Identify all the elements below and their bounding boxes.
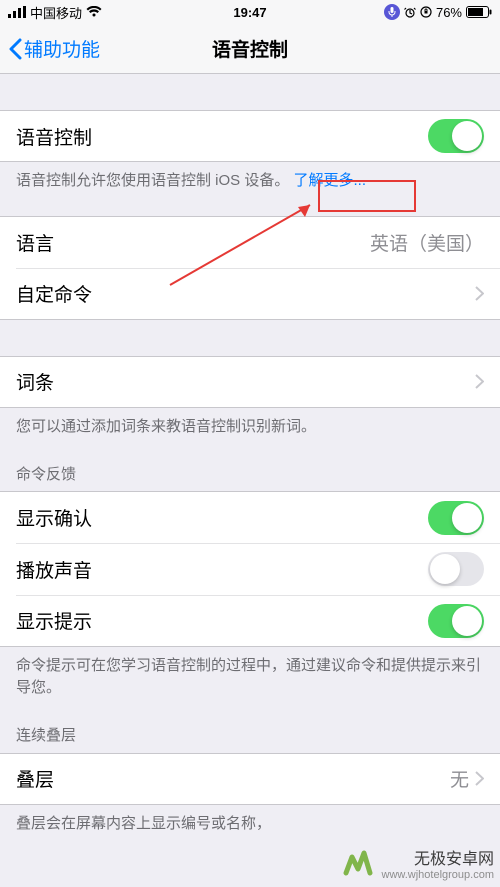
page-title: 语音控制 xyxy=(212,35,288,62)
group-voice-control: 语音控制 xyxy=(0,110,500,162)
watermark-url: www.wjhotelgroup.com xyxy=(382,869,495,881)
feedback-footer: 命令提示可在您学习语音控制的过程中，通过建议命令和提供提示来引导您。 xyxy=(0,647,500,707)
overlay-value-text: 无 xyxy=(450,765,469,792)
vocab-label: 词条 xyxy=(16,368,54,395)
vocab-footer: 您可以通过添加词条来教语音控制识别新词。 xyxy=(0,408,500,446)
voice-control-toggle[interactable] xyxy=(428,119,484,153)
watermark: 无极安卓网 www.wjhotelgroup.com xyxy=(340,845,495,881)
voice-control-cell[interactable]: 语音控制 xyxy=(0,110,500,162)
overlay-header: 连续叠层 xyxy=(0,707,500,753)
group-feedback: 显示确认 播放声音 显示提示 xyxy=(0,491,500,647)
wifi-icon xyxy=(86,6,102,18)
status-bar: 中国移动 19:47 76% xyxy=(0,0,500,24)
back-button[interactable]: 辅助功能 xyxy=(0,35,100,62)
language-value: 英语（美国） xyxy=(370,229,484,256)
rotation-lock-icon xyxy=(420,6,432,18)
voice-control-label: 语音控制 xyxy=(16,123,92,150)
feedback-header: 命令反馈 xyxy=(0,446,500,492)
language-label: 语言 xyxy=(16,229,54,256)
show-confirm-toggle[interactable] xyxy=(428,501,484,535)
status-left: 中国移动 xyxy=(8,3,102,22)
status-right: 76% xyxy=(384,4,492,20)
play-sound-toggle[interactable] xyxy=(428,552,484,586)
custom-commands-label: 自定命令 xyxy=(16,280,92,307)
watermark-logo-icon xyxy=(340,845,376,881)
group-overlay: 叠层 无 xyxy=(0,753,500,805)
chevron-right-icon xyxy=(475,286,484,301)
signal-icon xyxy=(8,6,26,18)
show-hint-label: 显示提示 xyxy=(16,607,92,634)
show-hint-toggle[interactable] xyxy=(428,604,484,638)
play-sound-cell[interactable]: 播放声音 xyxy=(0,543,500,595)
group-language: 语言 英语（美国） 自定命令 xyxy=(0,216,500,320)
status-time: 19:47 xyxy=(233,5,266,20)
voice-control-desc: 语音控制允许您使用语音控制 iOS 设备。 xyxy=(16,172,289,189)
voice-control-footer: 语音控制允许您使用语音控制 iOS 设备。 了解更多... xyxy=(0,162,500,200)
mic-indicator-icon xyxy=(384,4,400,20)
chevron-right-icon xyxy=(475,374,484,389)
chevron-right-icon xyxy=(475,771,484,786)
show-hint-cell[interactable]: 显示提示 xyxy=(0,595,500,647)
show-confirm-label: 显示确认 xyxy=(16,504,92,531)
overlay-value: 无 xyxy=(450,765,484,792)
overlay-footer: 叠层会在屏幕内容上显示编号或名称， xyxy=(0,805,500,843)
show-confirm-cell[interactable]: 显示确认 xyxy=(0,491,500,543)
nav-bar: 辅助功能 语音控制 xyxy=(0,24,500,74)
chevron-left-icon xyxy=(8,38,22,60)
overlay-label: 叠层 xyxy=(16,765,54,792)
custom-commands-cell[interactable]: 自定命令 xyxy=(0,268,500,320)
carrier-label: 中国移动 xyxy=(30,3,82,22)
play-sound-label: 播放声音 xyxy=(16,556,92,583)
battery-icon xyxy=(466,6,492,18)
battery-percent: 76% xyxy=(436,5,462,20)
watermark-title: 无极安卓网 xyxy=(382,845,495,869)
vocab-cell[interactable]: 词条 xyxy=(0,356,500,408)
alarm-icon xyxy=(404,6,416,18)
language-cell[interactable]: 语言 英语（美国） xyxy=(0,216,500,268)
learn-more-link[interactable]: 了解更多... xyxy=(294,172,367,189)
group-vocab: 词条 xyxy=(0,356,500,408)
overlay-cell[interactable]: 叠层 无 xyxy=(0,753,500,805)
back-label: 辅助功能 xyxy=(24,35,100,62)
